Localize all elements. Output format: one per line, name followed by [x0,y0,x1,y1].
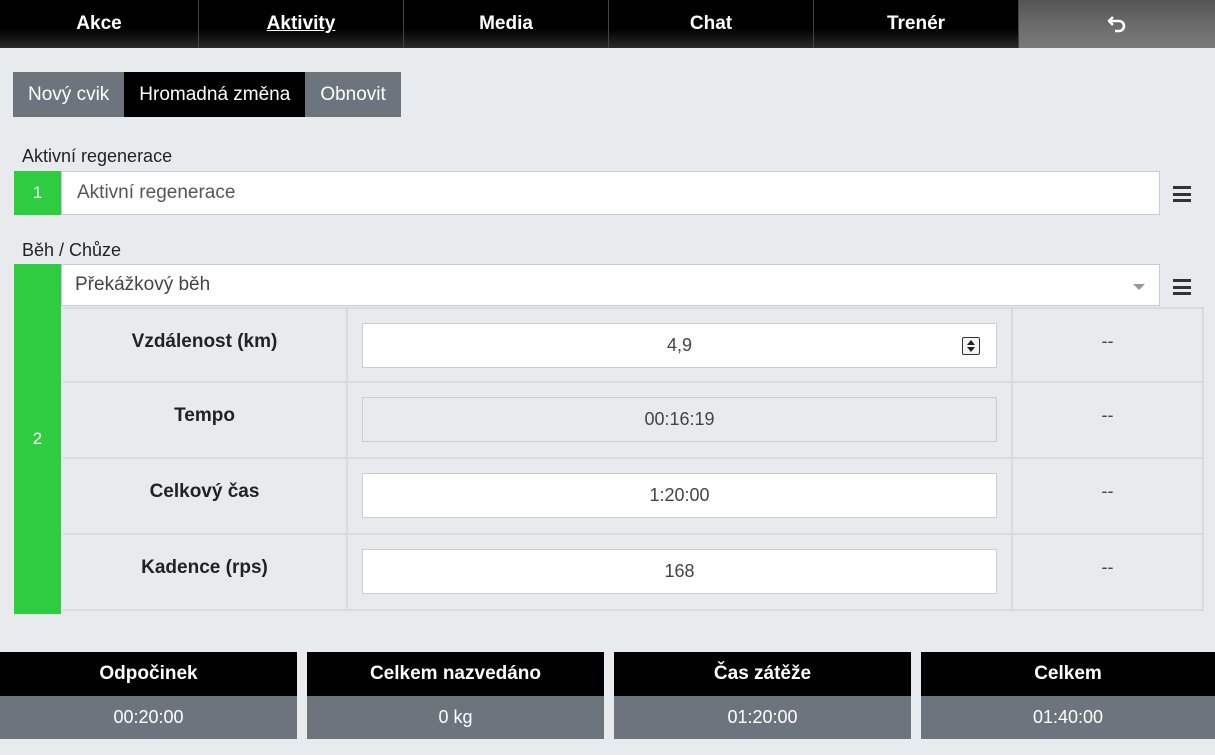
summary-total-lifted: Celkem nazvedáno 0 kg [307,652,604,739]
tab-trener[interactable]: Trenér [814,0,1019,48]
table-row: Kadence (rps) 168 -- [63,535,1204,611]
exercise-number-badge: 1 [14,171,61,215]
summary-value: 0 kg [307,696,604,739]
param-extra: -- [1013,383,1204,457]
summary-rest: Odpočinek 00:20:00 [0,652,297,739]
top-navigation: Akce Aktivity Media Chat Trenér [0,0,1215,48]
toolbar: Nový cvik Hromadná změna Obnovit [13,72,401,117]
refresh-button[interactable]: Obnovit [305,72,401,117]
param-extra: -- [1013,309,1204,381]
parameter-table: Vzdálenost (km) 4,9 -- Tempo 00:16:19 --… [63,307,1204,611]
tab-label: Akce [76,13,122,34]
exercise-name-field[interactable]: Aktivní regenerace [61,171,1160,215]
param-input-cell: 1:20:00 [348,459,1013,533]
tab-label: Media [479,13,533,34]
summary-label: Čas zátěže [614,652,911,696]
input-value: 1:20:00 [649,485,710,505]
select-value: Překážkový běh [75,274,211,295]
tab-media[interactable]: Media [404,0,609,48]
table-row: Vzdálenost (km) 4,9 -- [63,307,1204,383]
table-row: Tempo 00:16:19 -- [63,383,1204,459]
exercise-number-badge: 2 [14,264,61,614]
tab-label: Aktivity [266,13,336,34]
summary-value: 01:20:00 [614,696,911,739]
input-value: 00:16:19 [644,409,715,429]
bulk-change-button[interactable]: Hromadná změna [124,72,306,117]
summary-label: Celkem [921,652,1215,696]
summary-value: 01:40:00 [921,696,1215,739]
new-exercise-button[interactable]: Nový cvik [13,72,125,117]
back-button[interactable] [1019,0,1215,48]
param-input-cell: 4,9 [348,309,1013,381]
summary-load-time: Čas zátěže 01:20:00 [614,652,911,739]
summary-value: 00:20:00 [0,696,297,739]
summary-total: Celkem 01:40:00 [921,652,1215,739]
number-spinner-icon[interactable] [962,337,980,355]
tab-aktivity[interactable]: Aktivity [199,0,404,48]
summary-label: Celkem nazvedáno [307,652,604,696]
tempo-input: 00:16:19 [362,397,997,442]
param-label: Tempo [63,383,348,457]
param-extra: -- [1013,535,1204,609]
hamburger-menu-icon[interactable] [1173,186,1191,202]
table-row: Celkový čas 1:20:00 -- [63,459,1204,535]
param-input-cell: 00:16:19 [348,383,1013,457]
summary-label: Odpočinek [0,652,297,696]
tab-akce[interactable]: Akce [0,0,199,48]
distance-input[interactable]: 4,9 [362,323,997,368]
input-value: 168 [664,561,695,581]
tab-chat[interactable]: Chat [609,0,814,48]
param-label: Vzdálenost (km) [63,309,348,381]
input-value: 4,9 [666,335,693,355]
chevron-down-icon [1133,284,1145,290]
tab-label: Trenér [886,13,946,34]
param-extra: -- [1013,459,1204,533]
hamburger-menu-icon[interactable] [1173,279,1191,295]
param-label: Celkový čas [63,459,348,533]
exercise-section-label: Běh / Chůze [22,240,122,260]
tab-label: Chat [689,13,733,34]
exercise-section-label: Aktivní regenerace [22,146,173,166]
param-label: Kadence (rps) [63,535,348,609]
cadence-input[interactable]: 168 [362,549,997,594]
undo-arrow-icon [1107,16,1126,33]
total-time-input[interactable]: 1:20:00 [362,473,997,518]
param-input-cell: 168 [348,535,1013,609]
exercise-type-select[interactable]: Překážkový běh [61,264,1160,306]
